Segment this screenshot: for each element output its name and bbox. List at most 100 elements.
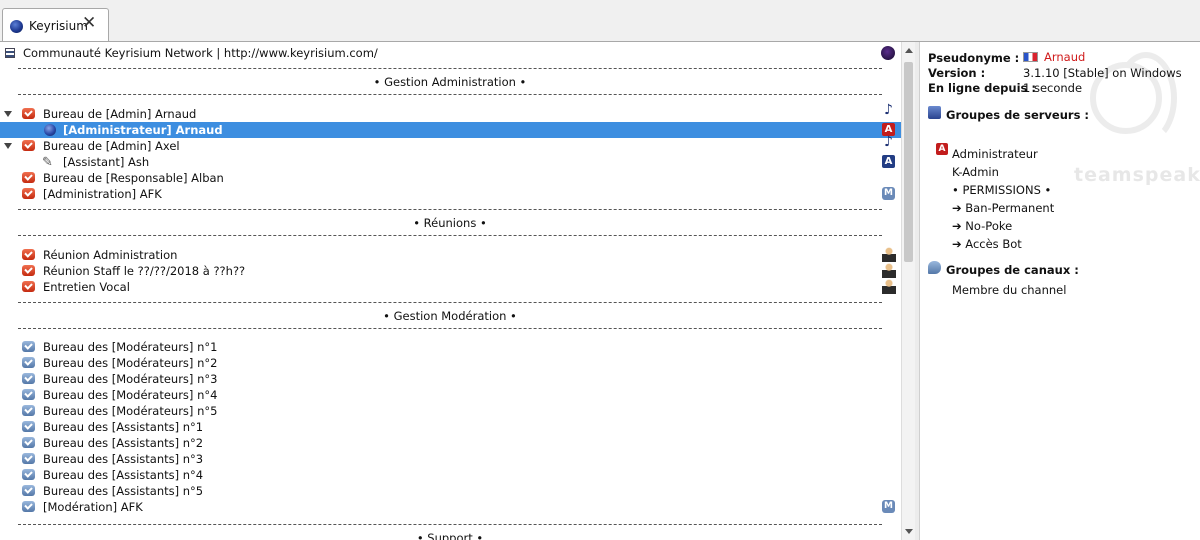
channel-red-icon <box>22 188 35 199</box>
channel-label: Réunion Administration <box>43 248 178 262</box>
channel-blue-icon <box>22 469 35 480</box>
pseudo-label: Pseudonyme : <box>928 51 1020 65</box>
channel-assistants-4[interactable]: Bureau des [Assistants] n°4 <box>0 467 901 483</box>
channel-moderateurs-1[interactable]: Bureau des [Modérateurs] n°1 <box>0 339 901 355</box>
channel-label: Bureau des [Modérateurs] n°2 <box>43 356 218 370</box>
channel-moderateurs-3[interactable]: Bureau des [Modérateurs] n°3 <box>0 371 901 387</box>
channel-red-icon <box>22 265 35 276</box>
collapse-arrow-icon[interactable] <box>4 143 12 149</box>
channel-label: [Administration] AFK <box>43 187 162 201</box>
channel-moderateurs-2[interactable]: Bureau des [Modérateurs] n°2 <box>0 355 901 371</box>
channel-label: Bureau des [Assistants] n°4 <box>43 468 204 482</box>
channel-assistants-5[interactable]: Bureau des [Assistants] n°5 <box>0 483 901 499</box>
muted-channel-icon: M <box>882 187 895 200</box>
spacer-title: • Gestion Modération • <box>383 309 517 323</box>
muted-channel-icon: M <box>882 500 895 513</box>
dashed-divider <box>18 328 882 329</box>
pseudo-value: Arnaud <box>1044 50 1086 64</box>
dashed-divider <box>18 302 882 303</box>
logo-text: teamspeak3 <box>1074 164 1200 186</box>
client-label: [Administrateur] Arnaud <box>63 123 223 137</box>
channel-label: Bureau des [Modérateurs] n°4 <box>43 388 218 402</box>
channel-label: Bureau de [Admin] Arnaud <box>43 107 197 121</box>
channel-red-icon <box>22 249 35 260</box>
channel-tree: Communauté Keyrisium Network | http://ww… <box>0 42 901 540</box>
collapse-arrow-icon[interactable] <box>4 111 12 117</box>
server-avatar-icon <box>881 46 895 60</box>
server-group-item: ➔ Ban-Permanent <box>952 201 1055 215</box>
channel-assistants-2[interactable]: Bureau des [Assistants] n°2 <box>0 435 901 451</box>
channel-label: Bureau des [Modérateurs] n°3 <box>43 372 218 386</box>
channel-moderateurs-4[interactable]: Bureau des [Modérateurs] n°4 <box>0 387 901 403</box>
assistant-group-icon: A <box>882 155 895 168</box>
channel-red-icon <box>22 281 35 292</box>
client-status-icon <box>44 124 56 136</box>
channel-label: [Modération] AFK <box>43 500 143 514</box>
tab-keyrisium[interactable]: Keyrisium ✕ <box>2 8 109 41</box>
online-value: 1 seconde <box>1023 81 1083 95</box>
channel-assistants-1[interactable]: Bureau des [Assistants] n°1 <box>0 419 901 435</box>
spacer-support[interactable]: • Support • <box>10 523 890 540</box>
channel-blue-icon <box>22 501 35 512</box>
channel-label: Réunion Staff le ??/??/2018 à ??h?? <box>43 264 246 278</box>
server-name: Communauté Keyrisium Network | http://ww… <box>23 46 378 60</box>
channel-groups-icon <box>928 261 941 274</box>
dashed-divider <box>18 524 882 525</box>
channel-blue-icon <box>22 453 35 464</box>
channel-blue-icon <box>22 373 35 384</box>
channel-reunion-staff[interactable]: Réunion Staff le ??/??/2018 à ??h?? <box>0 263 901 279</box>
client-arnaud[interactable]: [Administrateur] Arnaud A <box>0 122 901 138</box>
scroll-down-icon[interactable] <box>905 529 913 534</box>
admin-group-icon: A <box>936 143 948 155</box>
channel-blue-icon <box>22 437 35 448</box>
spacer-gestion-moderation[interactable]: • Gestion Modération • <box>10 301 890 331</box>
query-client-icon: ✎ <box>42 155 53 170</box>
tree-scrollbar[interactable] <box>901 42 915 540</box>
channel-red-icon <box>22 140 35 151</box>
person-icon <box>882 247 896 262</box>
channel-bureau-arnaud[interactable]: Bureau de [Admin] Arnaud ♪ <box>0 102 901 122</box>
client-ash[interactable]: ✎ [Assistant] Ash A <box>0 154 901 170</box>
spacer-gestion-administration[interactable]: • Gestion Administration • <box>10 67 890 97</box>
channel-blue-icon <box>22 389 35 400</box>
channel-entretien-vocal[interactable]: Entretien Vocal <box>0 279 901 295</box>
server-group-item: K-Admin <box>952 165 999 179</box>
server-row[interactable]: Communauté Keyrisium Network | http://ww… <box>0 45 901 61</box>
close-icon[interactable]: ✕ <box>82 15 96 32</box>
channel-red-icon <box>22 172 35 183</box>
dashed-divider <box>18 94 882 95</box>
channel-assistants-3[interactable]: Bureau des [Assistants] n°3 <box>0 451 901 467</box>
channel-moderateurs-5[interactable]: Bureau des [Modérateurs] n°5 <box>0 403 901 419</box>
spacer-title: • Support • <box>416 531 484 540</box>
dashed-divider <box>18 209 882 210</box>
spacer-title: • Gestion Administration • <box>373 75 527 89</box>
tab-label: Keyrisium <box>29 19 88 33</box>
server-icon <box>5 48 15 58</box>
channel-bureau-axel[interactable]: Bureau de [Admin] Axel ♪ <box>0 134 901 154</box>
channel-red-icon <box>22 108 35 119</box>
scroll-thumb[interactable] <box>904 62 913 262</box>
channel-blue-icon <box>22 485 35 496</box>
channel-bureau-alban[interactable]: Bureau de [Responsable] Alban <box>0 170 901 186</box>
person-icon <box>882 263 896 278</box>
channel-label: Bureau des [Assistants] n°1 <box>43 420 204 434</box>
channel-reunion-administration[interactable]: Réunion Administration <box>0 247 901 263</box>
dashed-divider <box>18 68 882 69</box>
channel-label: Bureau des [Modérateurs] n°5 <box>43 404 218 418</box>
channel-groups-title: Groupes de canaux : <box>946 263 1079 277</box>
channel-label: Bureau de [Responsable] Alban <box>43 171 224 185</box>
music-note-icon: ♪ <box>884 102 893 118</box>
spacer-reunions[interactable]: • Réunions • <box>10 208 890 238</box>
music-note-icon: ♪ <box>884 134 893 150</box>
server-status-icon <box>10 20 23 33</box>
channel-admin-afk[interactable]: [Administration] AFK M <box>0 186 901 202</box>
server-groups-title: Groupes de serveurs : <box>946 108 1090 122</box>
person-icon <box>882 279 896 294</box>
scroll-up-icon[interactable] <box>905 48 913 53</box>
spacer-title: • Réunions • <box>413 216 487 230</box>
version-value: 3.1.10 [Stable] on Windows <box>1023 66 1182 80</box>
channel-label: Entretien Vocal <box>43 280 130 294</box>
channel-group-item: Membre du channel <box>952 283 1067 297</box>
server-groups-icon <box>928 106 941 119</box>
channel-moderation-afk[interactable]: [Modération] AFK M <box>0 499 901 515</box>
